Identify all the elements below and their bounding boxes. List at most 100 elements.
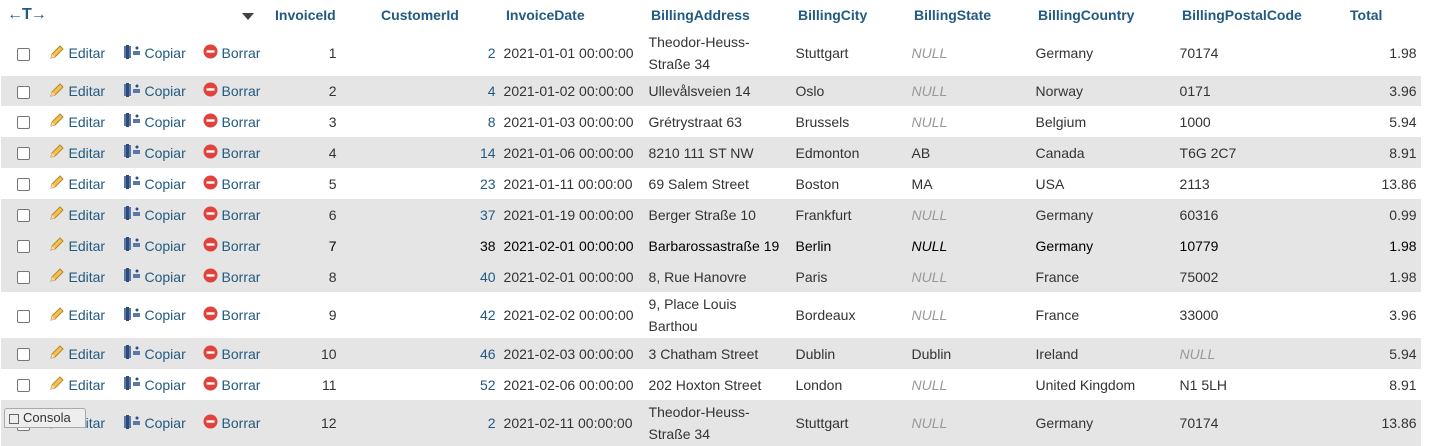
delete-button[interactable]: Borrar [203,414,260,432]
cell-customerid-link[interactable]: 38 [374,230,500,261]
cell-total: 8.91 [1343,369,1421,400]
row-checkbox[interactable] [16,271,30,285]
delete-button[interactable]: Borrar [203,44,260,62]
delete-button[interactable]: Borrar [203,376,260,394]
delete-button[interactable]: Borrar [203,206,260,224]
delete-button[interactable]: Borrar [203,113,260,131]
copy-button[interactable]: Copiar [123,375,186,394]
row-checkbox[interactable] [16,85,30,99]
edit-button[interactable]: Editar [49,205,105,224]
cell-invoiceid: 11 [268,369,375,400]
delete-button[interactable]: Borrar [203,345,260,363]
copy-button[interactable]: Copiar [123,267,186,286]
delete-button[interactable]: Borrar [203,82,261,100]
row-checkbox[interactable] [16,178,30,192]
copy-button[interactable]: Copiar [123,344,186,363]
sort-toggle[interactable] [198,0,269,30]
copy-label: Copiar [144,415,186,431]
edit-button[interactable]: Editar [49,306,105,325]
edit-button[interactable]: Editar [49,267,105,286]
row-cell-checkbox [0,168,45,199]
col-header-billingpostalcode[interactable]: BillingPostalCode [1175,0,1344,30]
edit-label: Editar [68,83,106,99]
cell-billingaddress: Theodor-Heuss-Straße 34 [644,30,792,76]
edit-button[interactable]: Editar [49,143,105,162]
row-checkbox[interactable] [16,209,30,223]
cell-invoicedate: 2021-02-11 00:00:00 [499,400,645,446]
pencil-icon [49,267,69,286]
row-checkbox[interactable] [16,147,30,161]
sort-down-icon[interactable] [242,12,255,20]
edit-button[interactable]: Editar [49,236,105,255]
copy-button[interactable]: Copiar [123,112,186,131]
cell-customerid-link[interactable]: 23 [374,168,500,199]
edit-button[interactable]: Editar [49,344,105,363]
row-cell-delete: Borrar [198,338,269,369]
cell-total: 3.96 [1343,292,1421,338]
edit-button[interactable]: Editar [49,174,105,193]
copy-button[interactable]: Copiar [123,414,186,433]
copy-button[interactable]: Copiar [123,174,186,193]
delete-button[interactable]: Borrar [203,306,260,324]
cell-billingstate: NULL [907,30,1032,76]
copy-button[interactable]: Copiar [123,205,186,224]
cell-customerid-link[interactable]: 2 [374,30,500,76]
cell-billingcountry: Germany [1031,230,1176,261]
delete-label: Borrar [221,83,261,99]
delete-button[interactable]: Borrar [203,175,260,193]
delete-icon [203,82,222,100]
row-checkbox[interactable] [16,348,30,362]
cell-customerid-link[interactable]: 14 [374,137,500,168]
edit-button[interactable]: Editar [49,44,105,63]
row-checkbox[interactable] [16,116,30,130]
col-header-billingcountry[interactable]: BillingCountry [1031,0,1176,30]
column-nav-arrows[interactable]: ←T→ [7,6,47,23]
cell-invoiceid: 9 [268,292,375,338]
copy-button[interactable]: Copiar [123,82,186,101]
edit-button[interactable]: Editar [49,112,105,131]
col-header-total[interactable]: Total [1343,0,1421,30]
row-checkbox[interactable] [16,379,30,393]
cell-total: 13.86 [1343,400,1421,446]
cell-customerid-link[interactable]: 8 [374,106,500,137]
col-header-billingstate[interactable]: BillingState [907,0,1032,30]
cell-invoiceid: 3 [268,106,375,137]
cell-billingstate: AB [907,137,1032,168]
cell-customerid-link[interactable]: 4 [374,76,500,106]
cell-customerid-link[interactable]: 2 [374,400,500,446]
cell-invoicedate: 2021-01-03 00:00:00 [499,106,645,137]
row-checkbox[interactable] [16,309,30,323]
copy-button[interactable]: Copiar [123,143,186,162]
cell-customerid-link[interactable]: 42 [374,292,500,338]
copy-button[interactable]: Copiar [123,306,186,325]
header-nav[interactable]: ←T→ [0,0,199,30]
col-header-billingcity[interactable]: BillingCity [791,0,908,30]
cell-customerid-link[interactable]: 46 [374,338,500,369]
cell-billingcountry: France [1031,261,1176,292]
row-checkbox[interactable] [16,240,30,254]
cell-customerid-link[interactable]: 37 [374,199,500,230]
col-header-invoiceid[interactable]: InvoiceId [268,0,375,30]
cell-billingcountry: Germany [1031,400,1176,446]
row-cell-copy: Copiar [118,292,199,338]
copy-button[interactable]: Copiar [123,44,186,63]
cell-customerid-link[interactable]: 40 [374,261,500,292]
edit-button[interactable]: Editar [49,375,105,394]
col-header-invoicedate[interactable]: InvoiceDate [499,0,645,30]
cell-invoiceid: 10 [268,338,375,369]
col-header-billingaddress[interactable]: BillingAddress [644,0,792,30]
table-row: Editar Copiar Borrar 11 52 2021-02-06 00:00:0… [0,369,1421,400]
delete-button[interactable]: Borrar [203,144,260,162]
row-checkbox[interactable] [16,47,30,61]
delete-button[interactable]: Borrar [203,237,260,255]
col-header-customerid[interactable]: CustomerId [374,0,500,30]
delete-button[interactable]: Borrar [203,268,260,286]
copy-icon [123,306,145,325]
edit-button[interactable]: Editar [49,82,106,101]
console-toggle[interactable]: Consola [4,408,86,428]
row-cell-checkbox [0,106,45,137]
copy-button[interactable]: Copiar [123,236,186,255]
cell-invoiceid: 4 [268,137,375,168]
cell-billingaddress: 9, Place Louis Barthou [644,292,792,338]
cell-customerid-link[interactable]: 52 [374,369,500,400]
